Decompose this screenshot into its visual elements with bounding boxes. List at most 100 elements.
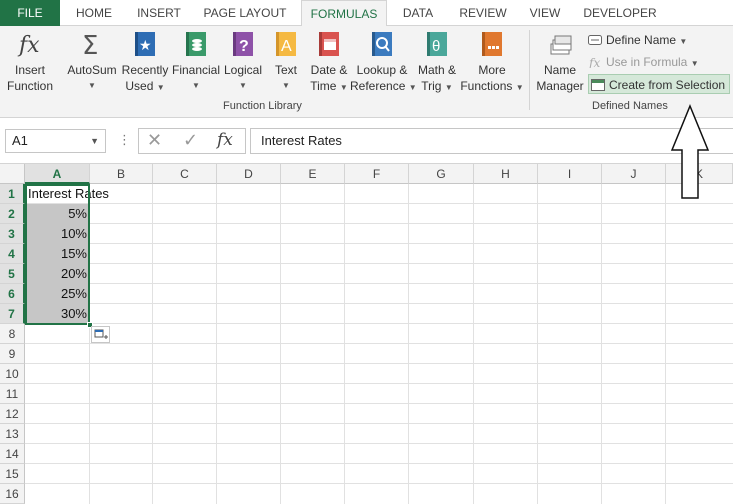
confirm-icon[interactable]: ✓ [183, 130, 198, 151]
date-time-button[interactable]: Date & Time ▼ [306, 30, 352, 96]
column-header-b[interactable]: B [90, 164, 153, 184]
row-header-16[interactable]: 16 [0, 484, 25, 504]
gridline [25, 323, 733, 324]
sigma-icon: Σ [79, 30, 105, 61]
gridline [152, 184, 153, 504]
row-header-4[interactable]: 4 [0, 244, 25, 264]
tab-page-layout[interactable]: PAGE LAYOUT [196, 0, 294, 26]
date-time-label-1: Date & [310, 63, 348, 77]
chevron-down-icon[interactable]: ▼ [90, 130, 99, 152]
row-header-7[interactable]: 7 [0, 304, 25, 324]
gridline [25, 363, 733, 364]
name-box-value: A1 [12, 133, 28, 148]
tab-developer[interactable]: DEVELOPER [578, 0, 662, 26]
column-header-f[interactable]: F [345, 164, 409, 184]
column-header-i[interactable]: I [538, 164, 602, 184]
chevron-down-icon: ▼ [282, 81, 290, 90]
tab-home[interactable]: HOME [66, 0, 122, 26]
svg-text:★: ★ [139, 37, 152, 53]
vertical-dots-icon[interactable]: ⋮ [118, 132, 131, 148]
insert-function-label-2: Function [6, 79, 54, 93]
row-header-8[interactable]: 8 [0, 324, 25, 344]
logical-button[interactable]: ? Logical ▼ [222, 30, 264, 94]
more-book-icon [479, 30, 505, 58]
financial-button[interactable]: Financial ▼ [172, 30, 220, 94]
text-button[interactable]: A Text ▼ [270, 30, 302, 94]
gridline [25, 463, 733, 464]
gridline [25, 343, 733, 344]
defined-names-group-label: Defined Names [592, 100, 668, 112]
autosum-label: AutoSum [67, 63, 117, 77]
row-header-3[interactable]: 3 [0, 224, 25, 244]
date-time-label-2: Time ▼ [306, 78, 352, 96]
coins-book-icon [183, 30, 209, 58]
lookup-reference-button[interactable]: Lookup & Reference ▼ [350, 30, 417, 96]
gridline [280, 184, 281, 504]
tab-formulas[interactable]: FORMULAS [301, 0, 387, 27]
column-header-c[interactable]: C [153, 164, 217, 184]
annotation-arrow-icon [670, 104, 710, 199]
insert-function-button[interactable]: fx Insert Function [4, 30, 56, 94]
row-header-15[interactable]: 15 [0, 464, 25, 484]
letter-a-book-icon: A [273, 30, 299, 58]
column-header-d[interactable]: D [217, 164, 281, 184]
create-from-selection-button[interactable]: Create from Selection [588, 74, 731, 94]
quick-analysis-icon[interactable] [91, 326, 110, 343]
formula-input[interactable]: Interest Rates [250, 128, 733, 154]
row-header-9[interactable]: 9 [0, 344, 25, 364]
autosum-button[interactable]: Σ AutoSum ▼ [64, 30, 120, 94]
column-header-g[interactable]: G [409, 164, 474, 184]
insert-function-label-1: Insert [14, 63, 45, 77]
worksheet-grid[interactable]: A B C D E F G H I J K 1 2 3 4 5 6 7 8 9 … [0, 164, 733, 504]
recently-used-button[interactable]: ★ Recently Used ▼ [120, 30, 170, 96]
tab-insert[interactable]: INSERT [128, 0, 190, 26]
cancel-icon[interactable]: ✕ [147, 130, 162, 151]
define-name-label: Define Name [606, 33, 677, 47]
create-from-selection-label: Create from Selection [609, 78, 726, 92]
column-header-h[interactable]: H [474, 164, 538, 184]
tab-view[interactable]: VIEW [522, 0, 568, 26]
create-from-selection-icon [591, 77, 605, 91]
name-tags-icon [547, 30, 573, 58]
row-header-11[interactable]: 11 [0, 384, 25, 404]
theta-book-icon: θ [424, 30, 450, 58]
use-in-formula-button[interactable]: fx Use in Formula ▼ [588, 52, 699, 72]
row-header-5[interactable]: 5 [0, 264, 25, 284]
math-trig-label-2-text: Trig [421, 79, 442, 93]
insert-function-icon[interactable]: fx [217, 130, 233, 150]
tab-data[interactable]: DATA [392, 0, 444, 26]
row-header-1[interactable]: 1 [0, 184, 25, 204]
column-header-e[interactable]: E [281, 164, 345, 184]
gridline [25, 443, 733, 444]
gridline [25, 303, 733, 304]
define-name-button[interactable]: Define Name ▼ [588, 30, 687, 50]
function-library-group-label: Function Library [223, 100, 302, 112]
gridline [25, 203, 733, 204]
column-header-a[interactable]: A [25, 164, 90, 184]
row-header-13[interactable]: 13 [0, 424, 25, 444]
gridline [25, 243, 733, 244]
tab-review[interactable]: REVIEW [452, 0, 514, 26]
magnifier-book-icon [369, 30, 395, 58]
row-header-10[interactable]: 10 [0, 364, 25, 384]
svg-text:θ: θ [432, 38, 440, 55]
tab-file[interactable]: FILE [0, 0, 60, 26]
more-functions-button[interactable]: More Functions ▼ [460, 30, 524, 96]
column-header-j[interactable]: J [602, 164, 666, 184]
financial-label: Financial [172, 63, 221, 77]
name-manager-button[interactable]: Name Manager [534, 30, 586, 94]
math-trig-button[interactable]: θ Math & Trig ▼ [414, 30, 460, 96]
chevron-down-icon: ▼ [515, 83, 524, 92]
recently-used-label-2-text: Used [125, 79, 154, 93]
more-functions-label-1: More [478, 63, 506, 77]
formula-buttons: ✕ ✓ fx [138, 128, 246, 154]
name-box[interactable]: A1 ▼ [5, 129, 106, 153]
svg-text:fx: fx [588, 56, 600, 68]
more-functions-label-2: Functions ▼ [460, 78, 524, 96]
row-header-6[interactable]: 6 [0, 284, 25, 304]
row-header-12[interactable]: 12 [0, 404, 25, 424]
select-all-corner[interactable] [0, 164, 25, 184]
row-header-14[interactable]: 14 [0, 444, 25, 464]
row-header-2[interactable]: 2 [0, 204, 25, 224]
svg-text:Σ: Σ [82, 31, 98, 58]
